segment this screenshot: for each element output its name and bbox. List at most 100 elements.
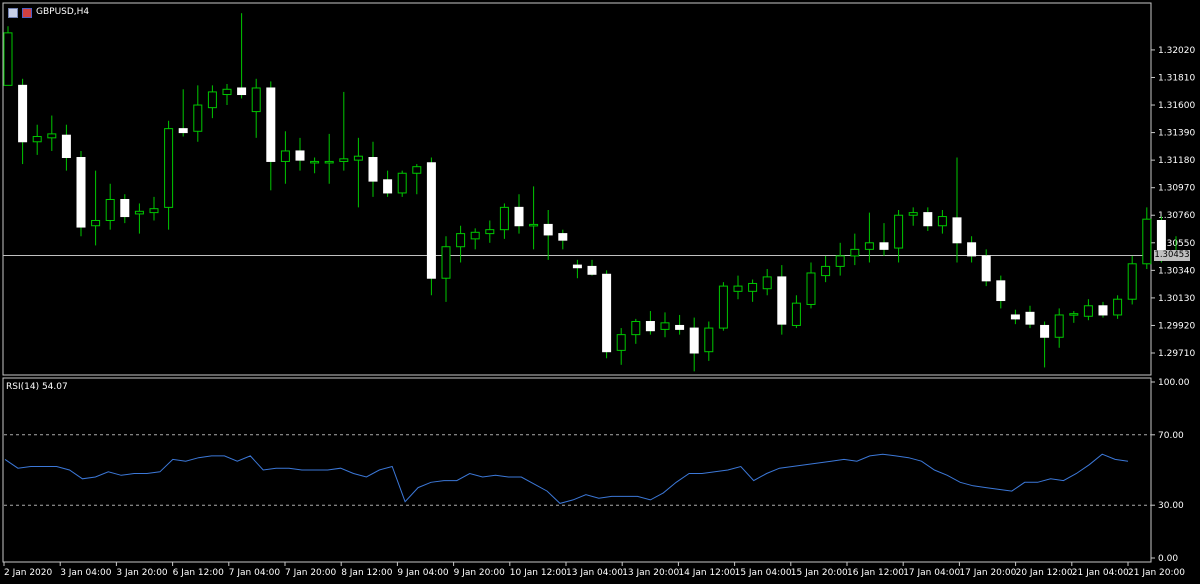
main-frame	[2, 2, 1152, 563]
candle	[368, 141, 378, 197]
candle	[76, 150, 86, 237]
candle	[1142, 207, 1152, 270]
candle-body-bull	[1054, 314, 1064, 338]
candle	[952, 157, 962, 263]
candle-body-bear	[295, 150, 305, 161]
candle-body-bull	[1069, 313, 1079, 316]
candle-body-bull	[91, 219, 101, 227]
candle	[821, 255, 831, 283]
time-tick-label: 13 Jan 04:00	[566, 568, 623, 578]
candle-body-bull	[894, 214, 904, 249]
candle	[383, 170, 393, 197]
candle-body-bull	[821, 265, 831, 277]
candle-body-bear	[61, 134, 71, 159]
candle	[835, 242, 845, 276]
price-axis: 1.32020 1.31810 1.31600 1.31390 1.31180 1.309…	[3, 46, 1195, 359]
candle	[616, 328, 626, 365]
candle-body-bull	[748, 282, 758, 292]
candle-body-bear	[1098, 305, 1108, 316]
candle-body-bull	[1127, 263, 1137, 300]
chart-canvas[interactable]: 1.32020 1.31810 1.31600 1.31390 1.31180 1.309…	[0, 0, 1200, 584]
candle	[1113, 295, 1123, 319]
candle	[120, 194, 130, 224]
candle	[748, 279, 758, 302]
candle	[353, 137, 363, 208]
candle	[32, 124, 42, 155]
candle-body-bear	[1010, 314, 1020, 320]
candle-body-bear	[120, 198, 130, 218]
candle	[631, 318, 641, 344]
candle	[164, 120, 174, 230]
time-tick-label: 16 Jan 12:00	[847, 568, 904, 578]
candle-body-bull	[280, 150, 290, 162]
candle	[456, 225, 466, 263]
price-tick-label: 1.30970	[1158, 184, 1195, 194]
candle	[587, 259, 597, 276]
candle-body-bear	[587, 265, 597, 275]
candle	[426, 157, 436, 296]
candle	[762, 269, 772, 296]
candle-body-bull	[631, 321, 641, 336]
rsi-title: RSI(14) 54.07	[6, 382, 68, 392]
candle-body-bull	[1142, 218, 1152, 265]
candle	[178, 89, 188, 137]
candle	[879, 223, 889, 256]
candle	[981, 249, 991, 287]
candle-body-bull	[3, 32, 13, 86]
time-tick-label: 14 Jan 12:00	[678, 568, 735, 578]
candle	[222, 84, 232, 106]
candle	[791, 295, 801, 329]
candle	[675, 314, 685, 335]
candle-body-bull	[397, 172, 407, 194]
price-tick-label: 1.30130	[1158, 294, 1195, 304]
time-tick-label: 8 Jan 12:00	[341, 568, 393, 578]
time-tick-label: 17 Jan 20:00	[959, 568, 1016, 578]
candle	[718, 282, 728, 331]
time-tick-label: 7 Jan 20:00	[285, 568, 337, 578]
candle-body-bear	[923, 212, 933, 227]
candle	[558, 229, 568, 250]
candlesticks[interactable]	[3, 13, 1181, 372]
candle	[777, 265, 787, 335]
candle	[251, 78, 261, 138]
candle-body-bear	[543, 223, 553, 236]
price-tick-label: 1.31180	[1158, 156, 1195, 166]
candle-body-bear	[996, 280, 1006, 302]
time-tick-label: 21 Jan 20:00	[1128, 568, 1185, 578]
candle	[894, 209, 904, 263]
time-tick-label: 6 Jan 12:00	[173, 568, 225, 578]
candle-body-bull	[207, 91, 217, 109]
candle-body-bull	[441, 246, 451, 279]
candle	[572, 259, 582, 279]
candle	[266, 81, 276, 191]
candle	[47, 115, 57, 151]
candle-body-bear	[952, 217, 962, 244]
time-tick-label: 17 Jan 04:00	[903, 568, 960, 578]
candle-body-bull	[850, 248, 860, 257]
price-tick-label: 1.31810	[1158, 73, 1195, 83]
candle	[295, 137, 305, 171]
candle	[806, 262, 816, 309]
candle-body-bull	[733, 285, 743, 292]
rsi-tick-label: 70.00	[1158, 431, 1184, 441]
candle	[193, 85, 203, 142]
time-tick-label: 15 Jan 04:00	[735, 568, 792, 578]
candle	[105, 183, 115, 230]
candle	[134, 203, 144, 234]
candle-body-bull	[324, 160, 334, 164]
candle-body-bear	[426, 162, 436, 279]
candle	[908, 207, 918, 226]
time-tick-label: 2 Jan 2020	[4, 568, 52, 578]
time-tick-label: 3 Jan 04:00	[60, 568, 112, 578]
candle	[3, 26, 13, 86]
candle-body-bull	[456, 233, 466, 248]
candle	[1025, 305, 1035, 329]
candle	[1054, 308, 1064, 348]
candle	[1040, 321, 1050, 368]
time-tick-label: 21 Jan 04:00	[1072, 568, 1129, 578]
price-tick-label: 1.29710	[1158, 349, 1195, 359]
candle	[18, 78, 28, 165]
candle-body-bull	[47, 133, 57, 139]
candle-body-bull	[908, 212, 918, 216]
candle-body-bull	[149, 208, 159, 214]
